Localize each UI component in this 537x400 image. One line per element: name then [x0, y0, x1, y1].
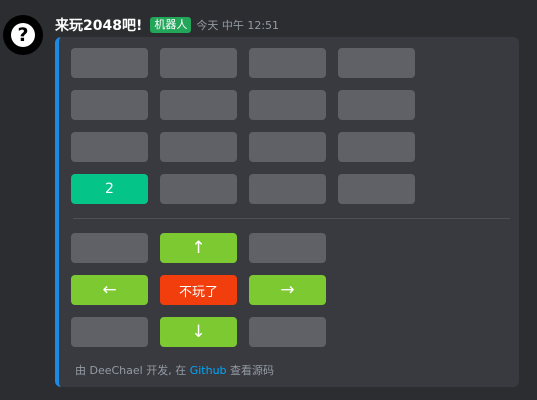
board-cell [338, 174, 415, 204]
game-embed: 2 ↑ ← 不玩了 → ↓ 由 DeeChael 开发, 在 Github 查看… [55, 37, 519, 387]
footer-prefix: 由 DeeChael 开发, 在 [75, 364, 190, 377]
control-placeholder [249, 233, 326, 263]
board-cell [249, 90, 326, 120]
quit-button[interactable]: 不玩了 [160, 275, 237, 305]
down-button[interactable]: ↓ [160, 317, 237, 347]
control-placeholder [71, 233, 148, 263]
board-cell [249, 48, 326, 78]
bot-badge: 机器人 [150, 17, 192, 33]
board-cell [71, 48, 148, 78]
username[interactable]: 来玩2048吧! [55, 15, 142, 35]
board-cell [249, 174, 326, 204]
board-cell [338, 132, 415, 162]
board-cell [249, 132, 326, 162]
left-button[interactable]: ← [71, 275, 148, 305]
board-cell [160, 90, 237, 120]
embed-footer: 由 DeeChael 开发, 在 Github 查看源码 [75, 362, 274, 378]
question-mark-icon: ? [11, 23, 35, 47]
board-cell [160, 174, 237, 204]
control-placeholder [249, 317, 326, 347]
board-cell [160, 48, 237, 78]
board-cell [160, 132, 237, 162]
message-header: 来玩2048吧! 机器人 今天 中午 12:51 [55, 14, 279, 36]
divider [73, 218, 510, 219]
tile-2: 2 [71, 174, 148, 204]
board-cell [338, 90, 415, 120]
footer-suffix: 查看源码 [226, 364, 275, 377]
timestamp: 今天 中午 12:51 [196, 19, 280, 32]
up-button[interactable]: ↑ [160, 233, 237, 263]
right-button[interactable]: → [249, 275, 326, 305]
board-cell [71, 132, 148, 162]
avatar[interactable]: ? [3, 15, 43, 55]
github-link[interactable]: Github [190, 364, 227, 377]
board-cell [71, 90, 148, 120]
control-placeholder [71, 317, 148, 347]
board-cell [338, 48, 415, 78]
